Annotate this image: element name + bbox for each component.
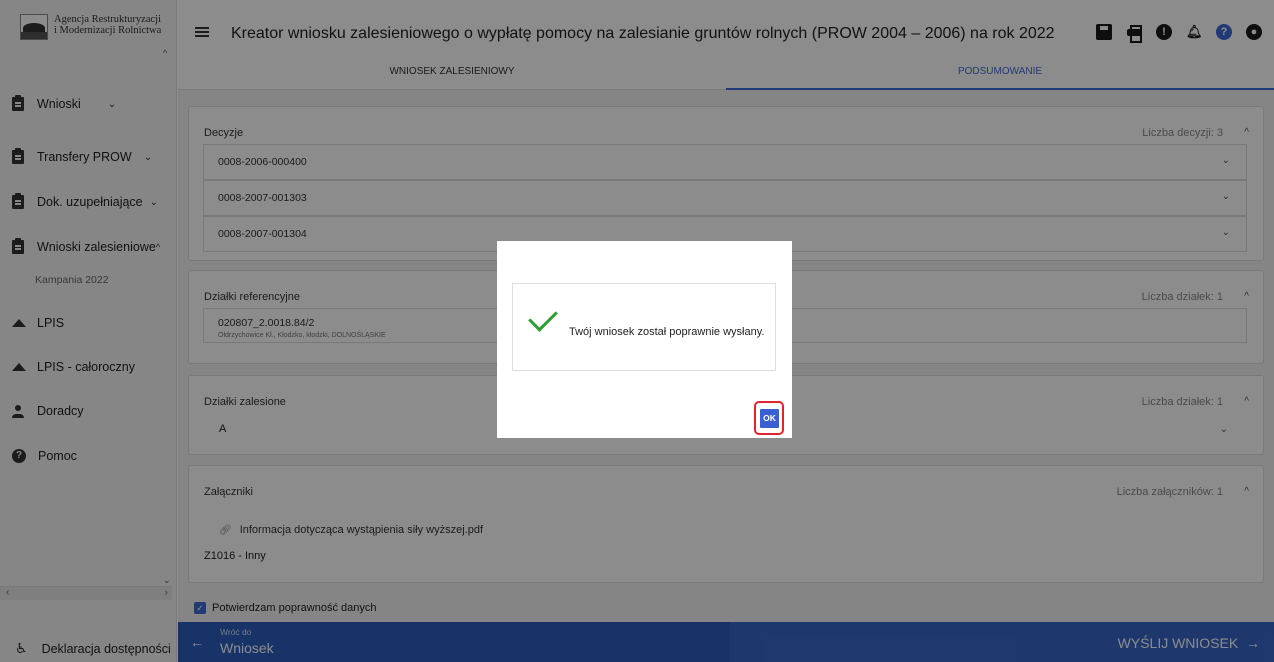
dialog-message-box: Twój wniosek został poprawnie wysłany. bbox=[512, 283, 776, 371]
checkmark-icon bbox=[528, 302, 558, 332]
ok-button[interactable]: OK bbox=[760, 409, 779, 428]
highlight-box: OK bbox=[754, 401, 784, 435]
dialog-message: Twój wniosek został poprawnie wysłany. bbox=[569, 326, 765, 338]
success-dialog: Twój wniosek został poprawnie wysłany. O… bbox=[497, 241, 792, 438]
